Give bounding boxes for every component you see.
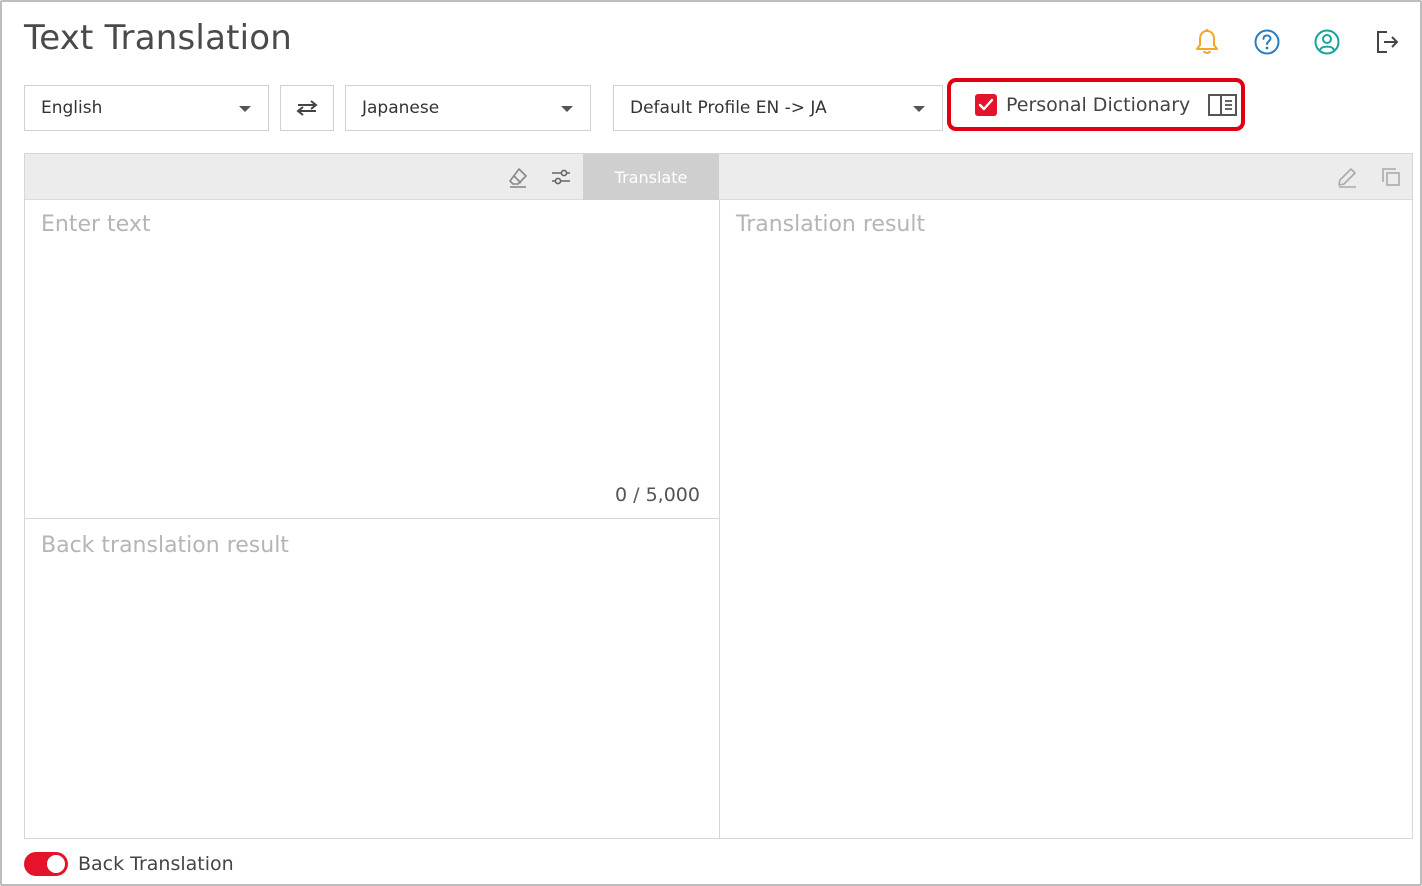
page-title: Text Translation: [24, 18, 293, 58]
character-counter: 0 / 5,000: [615, 484, 700, 506]
help-icon[interactable]: [1252, 26, 1282, 58]
app-window: Text Translation English Japanese Defaul…: [0, 0, 1422, 886]
editor-toolbar: Translate: [25, 154, 1412, 200]
bell-icon[interactable]: [1192, 26, 1222, 58]
back-translation-control: Back Translation: [24, 852, 234, 876]
translate-button[interactable]: Translate: [583, 154, 719, 200]
toggle-knob: [47, 855, 65, 873]
checkmark-icon: [978, 98, 994, 110]
profile-select[interactable]: Default Profile EN -> JA: [613, 85, 943, 131]
personal-dictionary-highlight: Personal Dictionary: [947, 78, 1245, 131]
translation-result: Translation result: [736, 212, 926, 237]
header-actions: [1192, 26, 1402, 58]
target-language-value: Japanese: [362, 98, 440, 118]
panel-divider-vertical: [719, 200, 720, 838]
personal-dictionary-checkbox[interactable]: [975, 93, 997, 116]
back-translation-result: Back translation result: [41, 533, 289, 558]
swap-icon: [296, 100, 318, 116]
chevron-down-icon: [561, 106, 573, 112]
dictionary-book-icon[interactable]: [1208, 93, 1238, 117]
swap-languages-button[interactable]: [280, 85, 334, 131]
edit-pencil-icon[interactable]: [1334, 164, 1360, 190]
panel-divider-horizontal: [25, 518, 719, 519]
copy-icon[interactable]: [1378, 164, 1404, 190]
eraser-icon[interactable]: [505, 164, 531, 190]
account-icon[interactable]: [1312, 26, 1342, 58]
back-translation-toggle[interactable]: [24, 852, 68, 876]
source-text-input[interactable]: Enter text: [41, 212, 150, 237]
target-language-select[interactable]: Japanese: [345, 85, 591, 131]
profile-value: Default Profile EN -> JA: [630, 98, 827, 118]
source-language-select[interactable]: English: [24, 85, 269, 131]
logout-icon[interactable]: [1372, 26, 1402, 58]
back-translation-label: Back Translation: [78, 853, 234, 875]
source-language-value: English: [41, 98, 103, 118]
settings-sliders-icon[interactable]: [548, 164, 574, 190]
personal-dictionary-label: Personal Dictionary: [1006, 93, 1191, 116]
chevron-down-icon: [913, 106, 925, 112]
translation-panel: Translate Enter text 0 / 5,000 Back tran…: [24, 153, 1413, 839]
chevron-down-icon: [239, 106, 251, 112]
